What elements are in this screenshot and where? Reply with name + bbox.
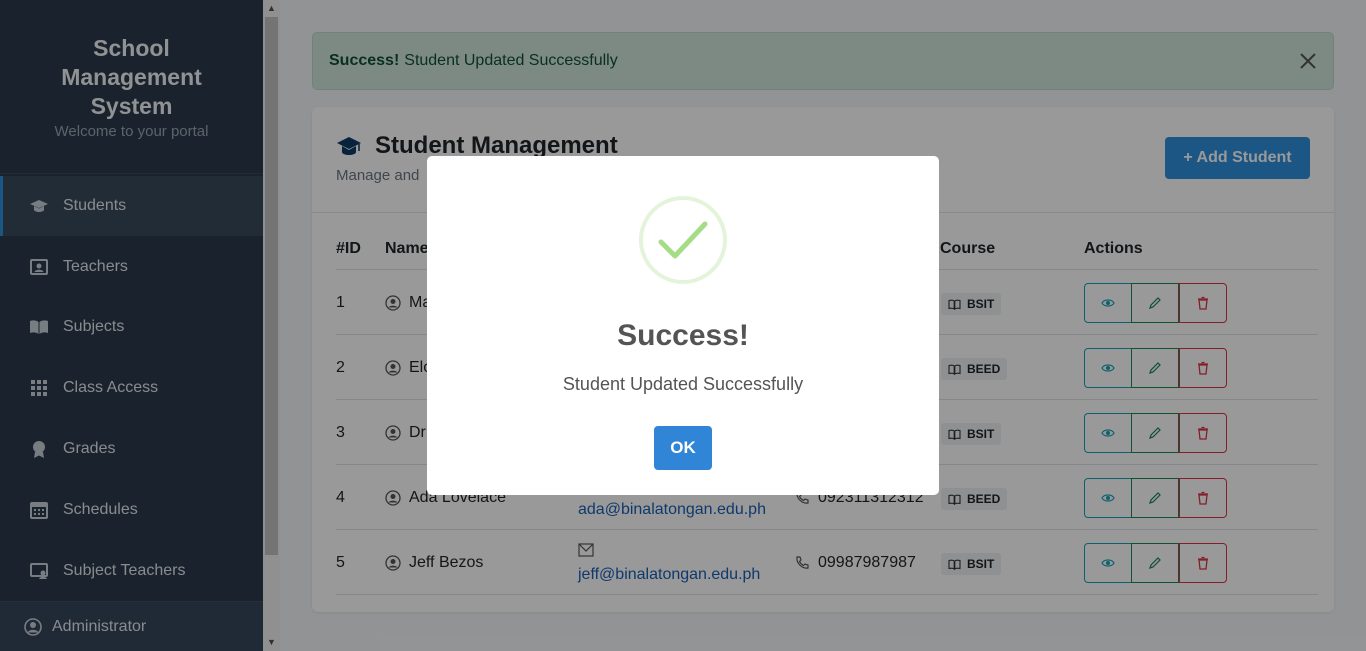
ok-button[interactable]: OK — [654, 426, 712, 470]
success-check-icon — [639, 196, 727, 284]
dialog-title: Success! — [617, 319, 749, 352]
dialog-message: Student Updated Successfully — [562, 374, 804, 394]
success-dialog: Success! Student Updated Successfully OK — [427, 156, 939, 495]
